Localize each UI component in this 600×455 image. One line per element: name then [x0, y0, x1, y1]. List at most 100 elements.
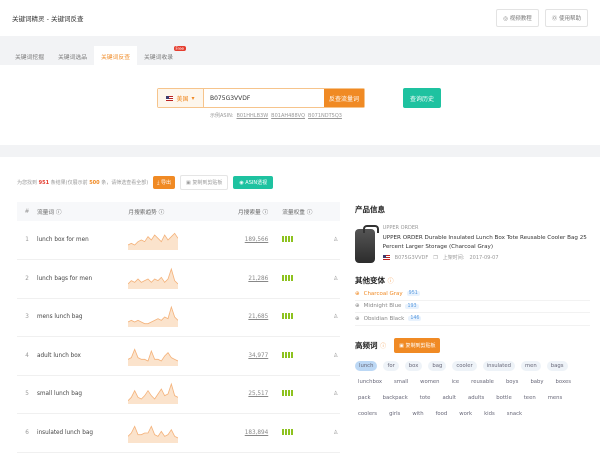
col-weight[interactable]: 流量权重 ⓘ — [282, 202, 332, 221]
col-volume[interactable]: 月搜索量 ⓘ — [210, 202, 283, 221]
reverse-search-button[interactable]: 反查流量词 — [324, 89, 364, 107]
keyword[interactable]: lunch bags for men — [37, 259, 129, 299]
summary-suffix: 条，请筛选查看全部) — [101, 180, 149, 186]
col-keyword[interactable]: 流量词 ⓘ — [37, 202, 129, 221]
word-tag[interactable]: cooler — [452, 360, 477, 371]
asin-input[interactable] — [204, 89, 324, 107]
person-icon[interactable]: ♙ — [331, 336, 340, 376]
radio-icon: ⊕ — [355, 315, 360, 322]
search-volume[interactable]: 21,286 — [210, 259, 283, 299]
variant-item[interactable]: ⊕ Obsidian Black 146 — [355, 313, 590, 326]
variant-item[interactable]: ⊕ Charcoal Gray 951 — [355, 288, 590, 301]
keyword[interactable]: insulated lunch bag — [37, 413, 129, 453]
word-tag[interactable]: bags — [546, 360, 568, 371]
word-tag[interactable]: lunch — [355, 360, 378, 371]
weight-bars — [282, 428, 294, 435]
keyword[interactable]: adult lunch box — [37, 336, 129, 376]
example-asin-link[interactable]: B01AH488VQ — [271, 113, 305, 119]
word-tag[interactable]: bottle — [493, 393, 515, 403]
word-tag[interactable]: food — [433, 409, 451, 419]
word-tag[interactable]: work — [456, 409, 475, 419]
word-tag[interactable]: coolers — [355, 409, 380, 419]
word-tag[interactable]: with — [409, 409, 426, 419]
table-row[interactable]: 3 mens lunch bag 21,685 ♙ — [17, 298, 340, 337]
variant-count: 193 — [405, 303, 419, 309]
copy-icon[interactable]: ❐ — [433, 255, 437, 261]
asin-insight-button[interactable]: ◉ ASIN透视 — [233, 176, 274, 189]
row-index: 4 — [17, 336, 37, 376]
tab-keyword-indexing[interactable]: 关键词收录 Free — [137, 46, 186, 67]
word-tag[interactable]: mens — [545, 393, 566, 403]
help-button[interactable]: ⓪ 使用帮助 — [544, 9, 588, 27]
word-tag[interactable]: baby — [527, 377, 546, 387]
product-image[interactable] — [355, 225, 379, 263]
summary-text: 为您找到 951 条结果(仅展示前 500 条，请筛选查看全部) — [17, 179, 148, 186]
word-tag[interactable]: small — [391, 377, 411, 387]
tab-keyword-selection[interactable]: 关键词选品 — [51, 46, 94, 67]
search-volume[interactable]: 189,566 — [210, 221, 283, 260]
copy-button[interactable]: ▣ 复制到剪贴板 — [180, 175, 229, 190]
table-row[interactable]: 6 insulated lunch bag 183,894 ♙ — [17, 413, 340, 453]
weight-bars — [282, 236, 294, 242]
word-tag[interactable]: adults — [465, 393, 487, 403]
word-tag[interactable]: snack — [504, 409, 525, 419]
search-volume[interactable]: 21,685 — [210, 298, 283, 337]
search-volume[interactable]: 183,894 — [210, 413, 283, 453]
word-tag[interactable]: ice — [449, 377, 463, 387]
country-select[interactable]: 美国 ▾ — [158, 89, 204, 107]
search-volume[interactable]: 25,517 — [210, 375, 283, 414]
keyword[interactable]: small lunch bag — [37, 375, 129, 414]
word-tag[interactable]: boxes — [553, 377, 574, 387]
person-icon[interactable]: ♙ — [331, 259, 340, 299]
word-tag[interactable]: bag — [428, 360, 447, 371]
table-row[interactable]: 5 small lunch bag 25,517 ♙ — [17, 375, 340, 414]
frequent-heading: 高频词 ⓘ — [355, 340, 386, 351]
word-tag[interactable]: adult — [439, 393, 459, 403]
video-tutorial-button[interactable]: ◎ 视频教程 — [496, 9, 539, 27]
table-row[interactable]: 4 adult lunch box 34,977 ♙ — [17, 336, 340, 376]
word-tag[interactable]: insulated — [482, 360, 516, 371]
person-icon[interactable]: ♙ — [331, 413, 340, 453]
sparkline-svg — [128, 382, 179, 405]
trend-sparkline — [128, 413, 211, 453]
product-asin: B075G3VVDF — [394, 254, 429, 261]
help-icon[interactable]: ⓘ — [388, 278, 394, 285]
word-tag[interactable]: men — [521, 360, 541, 371]
sparkline-svg — [128, 232, 179, 250]
col-trend[interactable]: 月搜索趋势 ⓘ — [128, 202, 211, 221]
keyword[interactable]: lunch box for men — [37, 221, 129, 260]
word-tag[interactable]: for — [383, 360, 399, 371]
word-tag[interactable]: girls — [386, 409, 403, 419]
listing-date-label: 上架时间: — [442, 255, 465, 261]
tab-keyword-mining[interactable]: 关键词挖掘 — [8, 46, 51, 67]
person-icon[interactable]: ♙ — [331, 375, 340, 414]
variant-name: Midnight Blue — [363, 303, 402, 310]
tab-keyword-reverse[interactable]: 关键词反查 — [94, 46, 137, 67]
table-row[interactable]: 1 lunch box for men 189,566 ♙ — [17, 221, 340, 260]
copy-frequent-button[interactable]: ▣ 复制到剪贴板 — [394, 337, 441, 353]
word-tag[interactable]: pack — [355, 393, 374, 403]
word-tag[interactable]: boys — [503, 377, 522, 387]
table-row[interactable]: 2 lunch bags for men 21,286 ♙ — [17, 259, 340, 299]
example-asin-link[interactable]: B071NDT5Q3 — [308, 113, 342, 119]
product-title[interactable]: UPPER ORDER Durable Insulated Lunch Box … — [383, 234, 590, 252]
history-button[interactable]: 查询历史 — [403, 88, 441, 108]
word-tag[interactable]: box — [404, 360, 423, 371]
word-tag[interactable]: women — [417, 377, 442, 387]
search-volume[interactable]: 34,977 — [210, 336, 283, 376]
word-tag[interactable]: backpack — [380, 393, 411, 403]
example-asin-link[interactable]: B01HHLB3W — [237, 113, 269, 119]
word-tag[interactable]: tote — [417, 393, 434, 403]
keyword[interactable]: mens lunch bag — [37, 298, 129, 337]
help-icon[interactable]: ⓘ — [380, 343, 386, 350]
person-icon[interactable]: ♙ — [331, 298, 340, 337]
results-summary: 为您找到 951 条结果(仅展示前 500 条，请筛选查看全部) ⤓ 导出 ▣ … — [17, 175, 274, 190]
word-tag[interactable]: reusable — [468, 377, 497, 387]
export-button[interactable]: ⤓ 导出 — [153, 176, 175, 189]
variant-item[interactable]: ⊕ Midnight Blue 193 — [355, 301, 590, 313]
word-tag[interactable]: teen — [521, 393, 539, 403]
word-tag[interactable]: lunchbox — [355, 377, 385, 387]
person-icon[interactable]: ♙ — [331, 221, 340, 260]
traffic-weight — [282, 336, 332, 376]
word-tag[interactable]: kids — [481, 409, 498, 419]
